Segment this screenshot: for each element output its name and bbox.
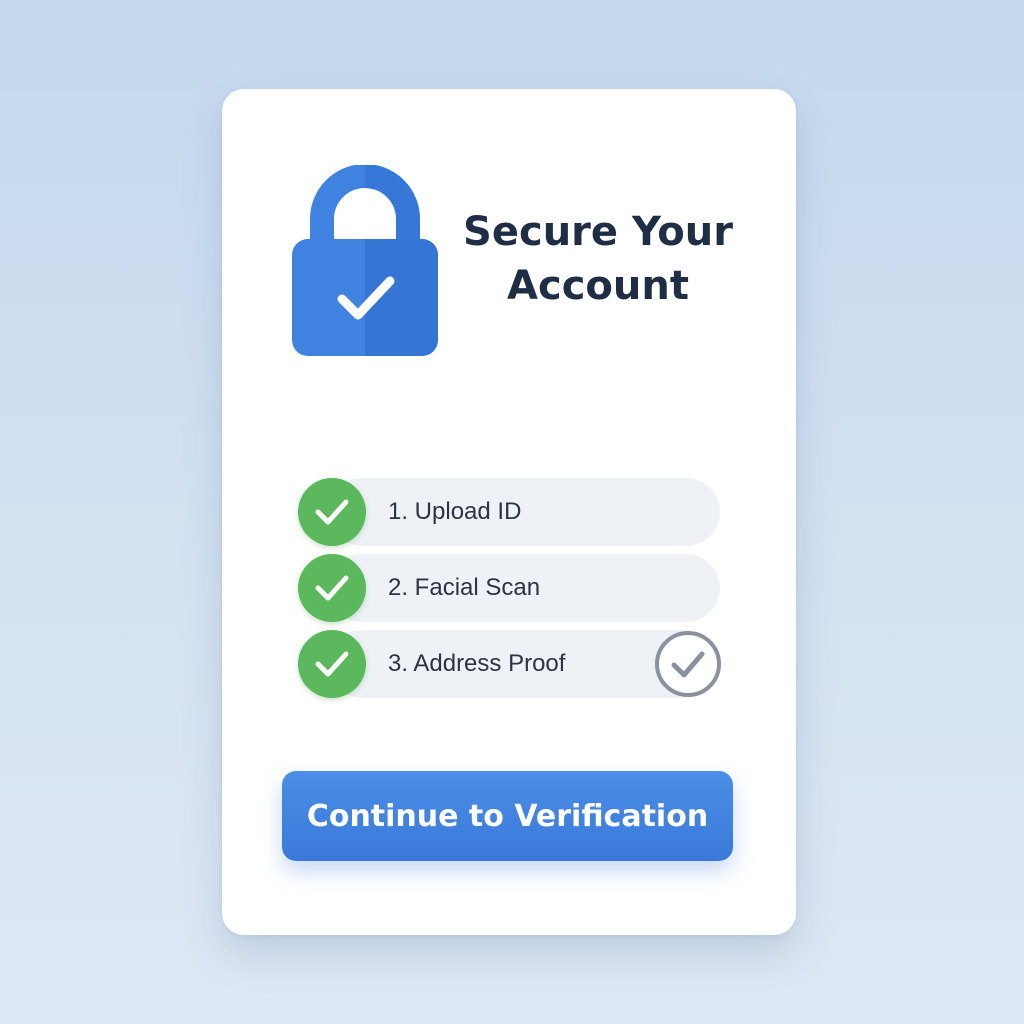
check-circle-icon xyxy=(298,630,366,698)
step-label: 3. Address Proof xyxy=(388,650,566,677)
step-facial-scan[interactable]: 2. Facial Scan xyxy=(298,554,722,622)
step-label: 1. Upload ID xyxy=(388,498,522,525)
title-line-2: Account xyxy=(507,263,689,309)
verification-card: Secure Your Account 1. Upload ID 2. Faci… xyxy=(222,89,796,935)
continue-to-verification-button[interactable]: Continue to Verification xyxy=(282,771,733,861)
title-line-1: Secure Your xyxy=(463,209,733,255)
step-address-proof[interactable]: 3. Address Proof xyxy=(298,630,722,698)
step-pill xyxy=(328,478,720,546)
page-title: Secure Your Account xyxy=(458,205,738,313)
check-circle-icon xyxy=(298,554,366,622)
step-upload-id[interactable]: 1. Upload ID xyxy=(298,478,722,546)
check-circle-icon xyxy=(298,478,366,546)
step-label: 2. Facial Scan xyxy=(388,574,541,601)
outlined-check-circle-icon[interactable] xyxy=(654,630,722,698)
verification-steps-list: 1. Upload ID 2. Facial Scan 3. Address P… xyxy=(298,478,722,706)
padlock-check-icon xyxy=(292,165,438,356)
